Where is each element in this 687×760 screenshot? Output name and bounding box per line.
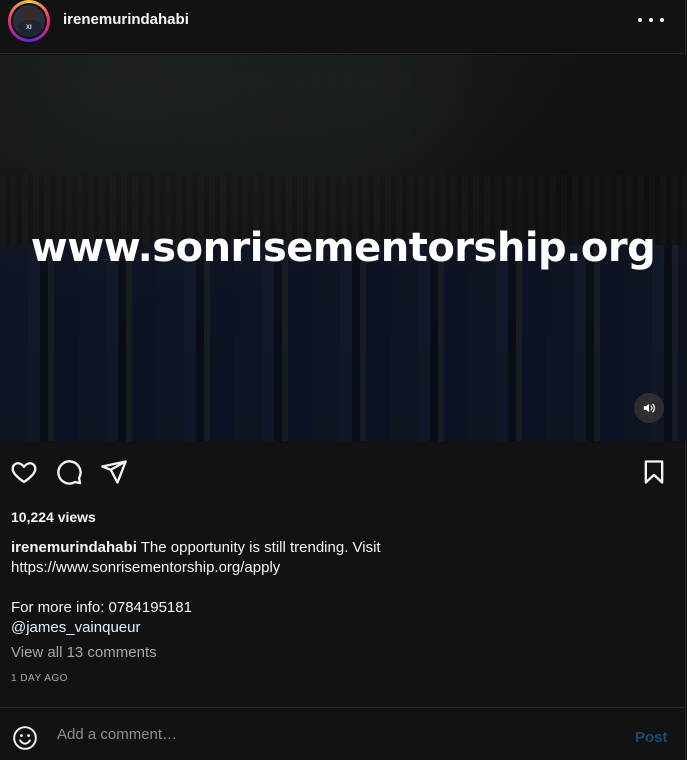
emoji-button[interactable]: [12, 725, 38, 756]
bookmark-icon: [644, 460, 664, 484]
like-button[interactable]: [8, 456, 40, 488]
comment-bubble-icon: [57, 460, 82, 485]
caption-link[interactable]: https://www.sonrisementorship.org/apply: [11, 559, 280, 576]
send-icon: [101, 460, 127, 484]
audio-toggle-button[interactable]: [634, 393, 664, 423]
post-container: XI irenemurindahabi www.sonrisementorshi…: [0, 0, 686, 760]
post-header: XI irenemurindahabi: [0, 0, 686, 54]
avatar-image: XI: [11, 3, 47, 39]
speaker-icon: [643, 403, 655, 413]
caption-username[interactable]: irenemurindahabi: [11, 539, 137, 556]
view-comments-link[interactable]: View all 13 comments: [11, 644, 157, 661]
post-caption: irenemurindahabi The opportunity is stil…: [11, 538, 651, 638]
avatar[interactable]: XI: [8, 0, 50, 42]
caption-mention[interactable]: @james_vainqueur: [11, 619, 140, 636]
comment-button[interactable]: [53, 456, 85, 488]
post-username[interactable]: irenemurindahabi: [63, 11, 189, 28]
post-video[interactable]: www.sonrisementorship.org: [0, 55, 686, 441]
comment-bar: Post: [0, 707, 686, 760]
comment-input[interactable]: [55, 722, 619, 746]
more-options-icon[interactable]: [638, 8, 664, 32]
caption-text-line1: The opportunity is still trending. Visit: [140, 539, 381, 556]
save-button[interactable]: [638, 456, 670, 488]
emoji-smile-icon: [13, 726, 37, 750]
post-timestamp[interactable]: 1 DAY AGO: [11, 673, 68, 684]
post-actions: [0, 456, 686, 496]
caption-text-line3: For more info: 0784195181: [11, 599, 192, 616]
heart-icon: [11, 462, 37, 484]
video-overlay-text: www.sonrisementorship.org: [30, 225, 656, 271]
share-button[interactable]: [98, 456, 130, 488]
view-count[interactable]: 10,224 views: [11, 509, 96, 525]
post-comment-button[interactable]: Post: [635, 729, 668, 746]
